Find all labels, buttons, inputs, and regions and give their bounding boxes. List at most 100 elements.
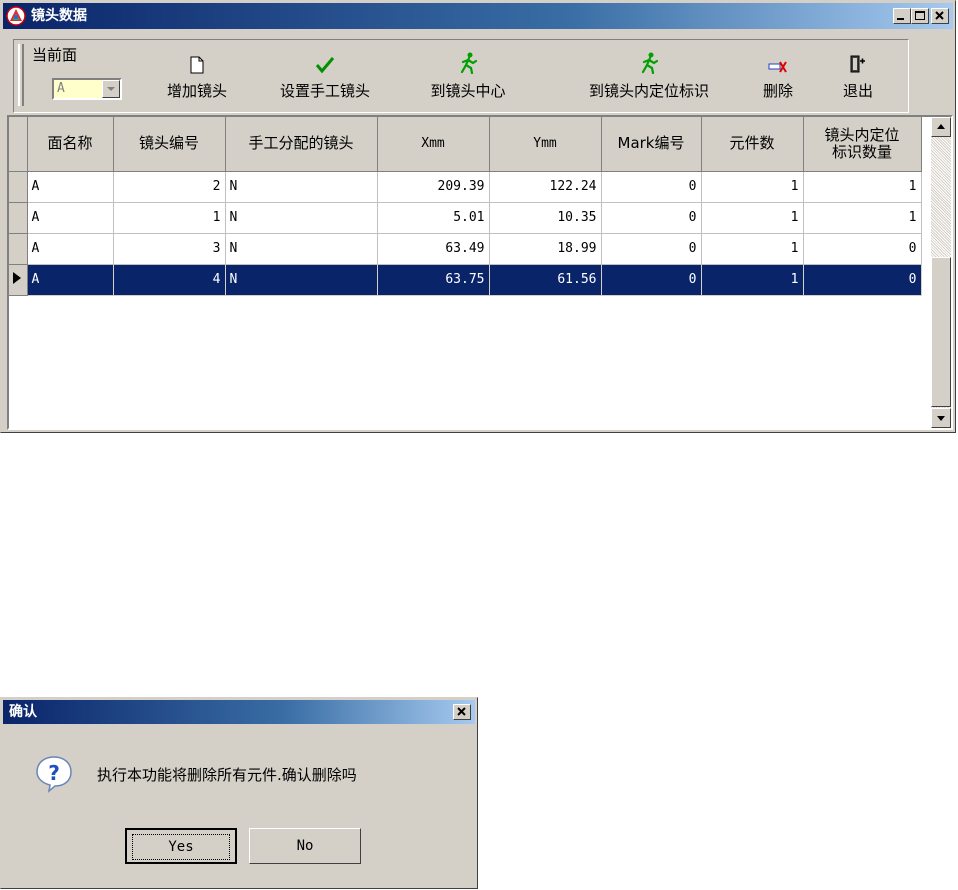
lens-data-grid[interactable]: 面名称 镜头编号 手工分配的镜头 Xmm Ymm Mark编号 元件数 镜头内定… [7, 115, 953, 430]
cell-mark[interactable]: 0 [601, 233, 702, 265]
table-row[interactable]: A 3 N 63.49 18.99 0 1 0 [9, 233, 922, 265]
set-manual-lens-label: 设置手工镜头 [279, 82, 370, 100]
exit-button[interactable]: 退出 [832, 44, 884, 108]
cell-manual[interactable]: N [225, 233, 378, 265]
minimize-icon [897, 18, 904, 20]
row-indicator-current[interactable] [9, 264, 28, 296]
no-button[interactable]: No [249, 828, 361, 864]
cell-lens-no[interactable]: 1 [113, 202, 226, 234]
delete-button[interactable]: 删除 [752, 44, 804, 108]
arrow-down-icon [937, 416, 945, 421]
window-title: 镜头数据 [31, 8, 87, 24]
dialog-close-button[interactable] [453, 704, 471, 720]
cell-lens-no[interactable]: 4 [113, 264, 226, 296]
app-icon [6, 6, 26, 26]
lens-table: 面名称 镜头编号 手工分配的镜头 Xmm Ymm Mark编号 元件数 镜头内定… [9, 117, 922, 296]
scroll-up-button[interactable] [931, 117, 951, 137]
set-manual-lens-button[interactable]: 设置手工镜头 [262, 44, 388, 108]
combo-dropdown-button[interactable] [102, 80, 120, 98]
cell-markers[interactable]: 1 [803, 202, 922, 234]
add-lens-button[interactable]: 增加镜头 [152, 44, 242, 108]
goto-lens-center-label: 到镜头中心 [430, 82, 506, 100]
header-y[interactable]: Ymm [489, 117, 602, 172]
delete-icon [768, 61, 787, 73]
cell-face[interactable]: A [27, 264, 114, 296]
current-face-value: A [57, 81, 65, 96]
header-manual-lens[interactable]: 手工分配的镜头 [225, 117, 378, 172]
cell-x[interactable]: 63.49 [377, 233, 490, 265]
cell-lens-no[interactable]: 3 [113, 233, 226, 265]
header-lens-no[interactable]: 镜头编号 [113, 117, 226, 172]
header-face-name[interactable]: 面名称 [27, 117, 114, 172]
delete-label: 删除 [762, 82, 793, 100]
cell-markers[interactable]: 0 [803, 233, 922, 265]
cell-face[interactable]: A [27, 171, 114, 203]
maximize-button[interactable] [911, 8, 929, 24]
close-button[interactable] [931, 8, 949, 24]
cell-x[interactable]: 63.75 [377, 264, 490, 296]
checkmark-icon [315, 57, 335, 74]
title-bar[interactable]: 镜头数据 [3, 3, 953, 29]
row-indicator[interactable] [9, 202, 28, 234]
cell-markers[interactable]: 1 [803, 171, 922, 203]
cell-mark[interactable]: 0 [601, 171, 702, 203]
cell-x[interactable]: 5.01 [377, 202, 490, 234]
row-indicator[interactable] [9, 171, 28, 203]
cell-manual[interactable]: N [225, 171, 378, 203]
header-mark-no[interactable]: Mark编号 [601, 117, 702, 172]
svg-text:?: ? [48, 761, 60, 785]
close-icon [935, 11, 944, 20]
table-row[interactable]: A 1 N 5.01 10.35 0 1 1 [9, 202, 922, 234]
scroll-thumb[interactable] [931, 257, 951, 407]
new-page-icon [190, 56, 204, 74]
header-x[interactable]: Xmm [377, 117, 490, 172]
header-parts-count[interactable]: 元件数 [701, 117, 804, 172]
add-lens-label: 增加镜头 [166, 82, 227, 100]
lens-data-window: 镜头数据 当前面 A 增加镜头 设置手工镜头 到镜头中心 到镜头内定位标识 删除… [0, 0, 956, 433]
minimize-button[interactable] [893, 8, 911, 24]
dialog-message: 执行本功能将删除所有元件.确认删除吗 [97, 766, 357, 784]
cell-y[interactable]: 61.56 [489, 264, 602, 296]
cell-y[interactable]: 18.99 [489, 233, 602, 265]
cell-parts[interactable]: 1 [701, 264, 804, 296]
cell-markers[interactable]: 0 [803, 264, 922, 296]
vertical-scrollbar[interactable] [931, 117, 951, 428]
cell-mark[interactable]: 0 [601, 264, 702, 296]
cell-parts[interactable]: 1 [701, 171, 804, 203]
toolbar: 当前面 A 增加镜头 设置手工镜头 到镜头中心 到镜头内定位标识 删除 退出 [13, 39, 909, 113]
running-man-icon [460, 52, 477, 74]
yes-button[interactable]: Yes [125, 828, 237, 864]
dialog-title: 确认 [9, 704, 37, 720]
cell-face[interactable]: A [27, 202, 114, 234]
header-marker-count[interactable]: 镜头内定位 标识数量 [803, 117, 922, 172]
goto-lens-marker-button[interactable]: 到镜头内定位标识 [564, 44, 734, 108]
question-icon: ? [36, 756, 72, 793]
close-icon [457, 707, 466, 716]
toolbar-grip[interactable] [18, 44, 24, 106]
goto-lens-center-button[interactable]: 到镜头中心 [418, 44, 518, 108]
cell-manual[interactable]: N [225, 264, 378, 296]
arrow-up-icon [937, 124, 945, 129]
dialog-title-bar[interactable]: 确认 [3, 700, 475, 724]
cell-parts[interactable]: 1 [701, 233, 804, 265]
cell-x[interactable]: 209.39 [377, 171, 490, 203]
maximize-icon [915, 11, 925, 20]
header-indicator [9, 117, 28, 172]
exit-label: 退出 [842, 82, 873, 100]
cell-y[interactable]: 10.35 [489, 202, 602, 234]
cell-mark[interactable]: 0 [601, 202, 702, 234]
current-face-combo[interactable]: A [52, 78, 122, 100]
cell-lens-no[interactable]: 2 [113, 171, 226, 203]
scroll-down-button[interactable] [931, 408, 951, 428]
cell-parts[interactable]: 1 [701, 202, 804, 234]
table-header-row: 面名称 镜头编号 手工分配的镜头 Xmm Ymm Mark编号 元件数 镜头内定… [9, 117, 922, 172]
table-row-selected[interactable]: A 4 N 63.75 61.56 0 1 0 [9, 264, 922, 296]
row-indicator[interactable] [9, 233, 28, 265]
current-row-arrow-icon [13, 271, 21, 284]
cell-y[interactable]: 122.24 [489, 171, 602, 203]
running-man-icon [641, 52, 658, 74]
table-row[interactable]: A 2 N 209.39 122.24 0 1 1 [9, 171, 922, 203]
cell-manual[interactable]: N [225, 202, 378, 234]
goto-lens-marker-label: 到镜头内定位标识 [588, 82, 709, 100]
cell-face[interactable]: A [27, 233, 114, 265]
